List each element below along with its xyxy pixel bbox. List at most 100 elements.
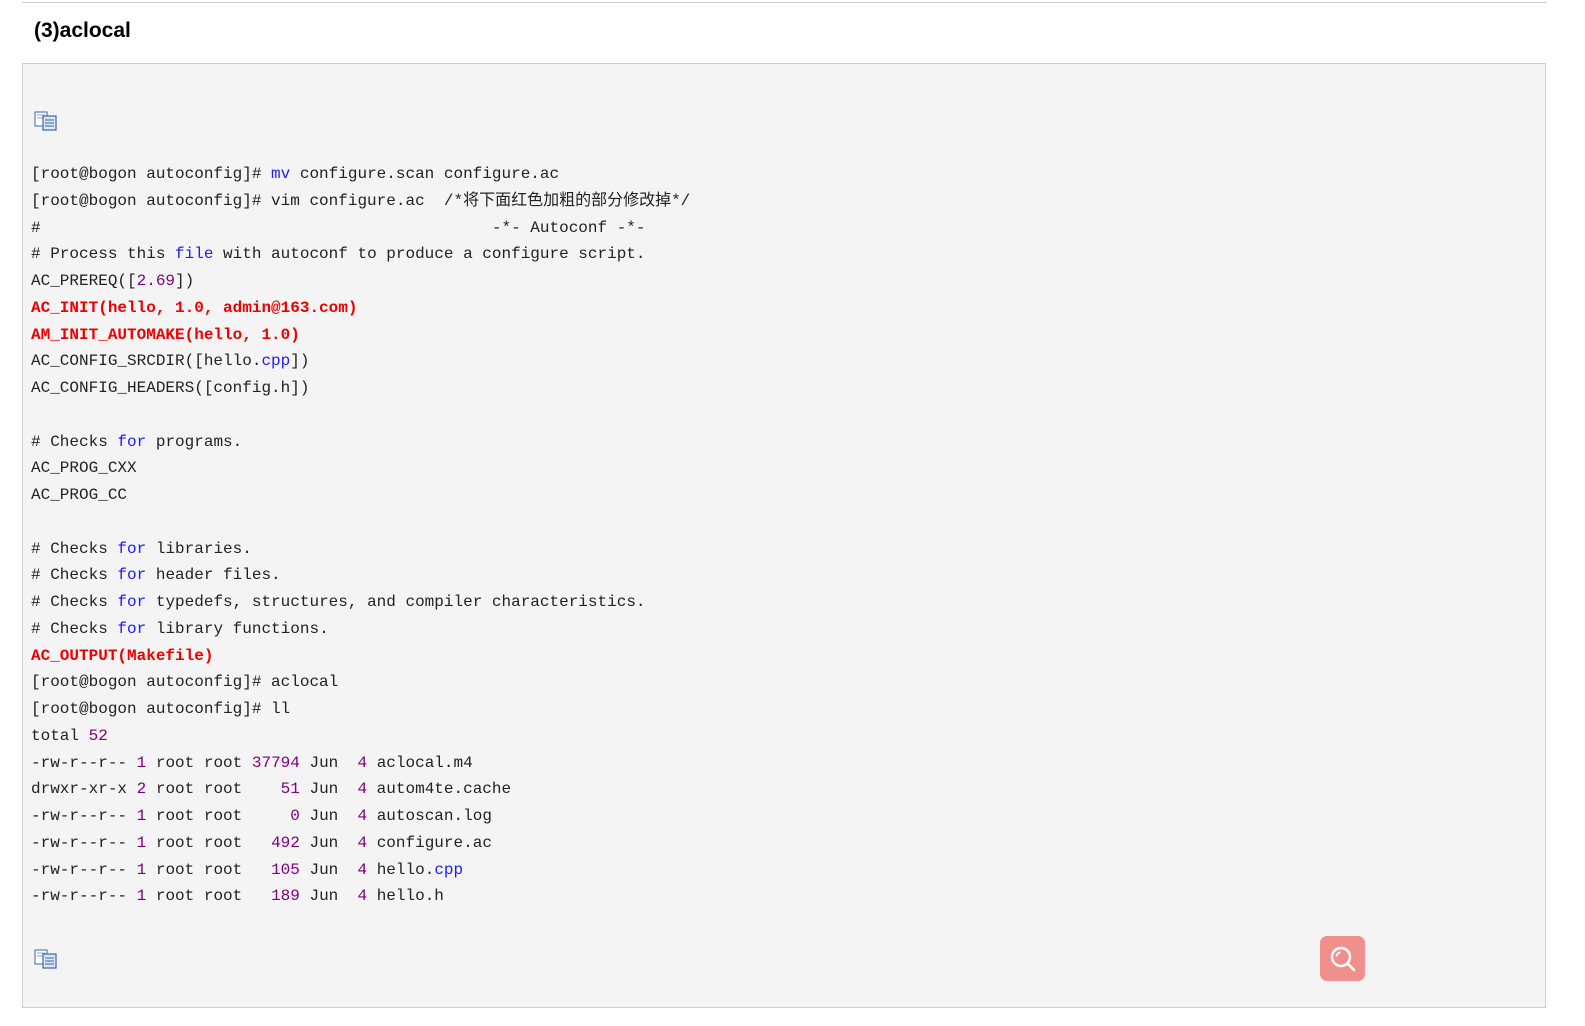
- code-token: AC_CONFIG_HEADERS([config.h]): [31, 379, 310, 397]
- code-line: [root@bogon autoconfig]# aclocal: [31, 669, 690, 696]
- code-line: -rw-r--r-- 1 root root 37794 Jun 4 acloc…: [31, 750, 690, 777]
- code-token: 52: [88, 726, 108, 745]
- code-token: root root: [146, 780, 281, 799]
- code-token: Jun: [299, 780, 358, 799]
- code-block: [root@bogon autoconfig]# mv configure.sc…: [22, 63, 1546, 1008]
- code-line: # Checks for typedefs, structures, and c…: [31, 589, 690, 616]
- code-token: [root@bogon autoconfig]#: [31, 165, 272, 183]
- copy-code-icon[interactable]: [34, 949, 58, 969]
- code-token: autom4te.cache: [367, 780, 512, 799]
- code-token: Jun: [299, 833, 358, 852]
- code-token: AC_OUTPUT(Makefile): [31, 646, 214, 665]
- code-token: typedefs, structures, and compiler chara…: [146, 593, 646, 611]
- code-token: # Checks: [31, 566, 118, 585]
- section-heading: (3)aclocal: [34, 19, 131, 42]
- code-line: -rw-r--r-- 1 root root 189 Jun 4 hello.h: [31, 883, 690, 910]
- code-token: # Checks: [31, 593, 118, 611]
- code-line: -rw-r--r-- 1 root root 105 Jun 4 hello.c…: [31, 857, 690, 884]
- code-token: [root@bogon autoconfig]# ll: [31, 700, 291, 718]
- code-token: for: [117, 566, 147, 585]
- code-token: # Checks: [31, 539, 118, 558]
- code-token: -rw-r--r--: [31, 860, 137, 879]
- code-token: # Checks: [31, 432, 118, 451]
- code-token: header files.: [146, 566, 281, 585]
- code-listing: [root@bogon autoconfig]# mv configure.sc…: [31, 161, 690, 910]
- code-token: 4: [357, 753, 368, 772]
- code-token: root root: [146, 807, 291, 825]
- code-token: total: [31, 726, 89, 745]
- code-token: AC_PROG_CC: [31, 486, 128, 504]
- code-token: AC_PROG_CXX: [31, 459, 137, 478]
- code-token: # Process this: [31, 245, 176, 264]
- code-line: # Checks for library functions.: [31, 616, 690, 643]
- code-token: 4: [357, 860, 368, 879]
- code-token: 189: [271, 887, 300, 906]
- code-token: 1: [136, 860, 147, 879]
- search-button[interactable]: [1320, 936, 1365, 981]
- code-token: 1: [136, 753, 147, 772]
- code-token: mv: [271, 165, 291, 183]
- code-token: AC_CONFIG_SRCDIR([hello.: [31, 352, 262, 371]
- search-icon: [1330, 946, 1356, 972]
- code-token: -rw-r--r--: [31, 887, 137, 906]
- page: (3)aclocal [root@bogon autoconfig]# mv c…: [0, 0, 1585, 1026]
- copy-code-icon[interactable]: [34, 111, 58, 131]
- code-token: hello.: [367, 860, 435, 879]
- code-line: -rw-r--r-- 1 root root 0 Jun 4 autoscan.…: [31, 803, 690, 830]
- code-token: ]): [175, 272, 195, 290]
- code-token: root root: [146, 833, 272, 852]
- code-token: libraries.: [146, 539, 252, 558]
- code-token: 4: [357, 887, 368, 906]
- code-token: library functions.: [146, 619, 329, 638]
- code-token: Jun: [299, 753, 358, 772]
- code-token: 4: [357, 807, 368, 825]
- code-token: aclocal.m4: [367, 753, 473, 772]
- code-token: Jun: [299, 860, 358, 879]
- code-token: for: [117, 593, 147, 611]
- code-line: AC_PREREQ([2.69]): [31, 268, 690, 295]
- code-token: root root: [146, 753, 252, 772]
- code-token: configure.ac: [367, 833, 492, 852]
- code-token: autoscan.log: [367, 807, 492, 825]
- code-token: -rw-r--r--: [31, 753, 137, 772]
- code-line: -rw-r--r-- 1 root root 492 Jun 4 configu…: [31, 830, 690, 857]
- code-token: # -*- Autoconf -*-: [31, 218, 646, 237]
- code-line: drwxr-xr-x 2 root root 51 Jun 4 autom4te…: [31, 776, 690, 803]
- code-token: Jun: [299, 807, 358, 825]
- code-token: 0: [290, 807, 300, 825]
- code-token: for: [117, 432, 147, 451]
- code-line: AM_INIT_AUTOMAKE(hello, 1.0): [31, 322, 690, 349]
- code-token: for: [117, 619, 147, 638]
- code-token: drwxr-xr-x: [31, 780, 137, 799]
- code-token: 105: [271, 860, 300, 879]
- top-divider: [22, 0, 1547, 3]
- code-line: [root@bogon autoconfig]# mv configure.sc…: [31, 161, 690, 188]
- code-token: Jun: [299, 887, 358, 906]
- code-token: root root: [146, 887, 272, 906]
- code-token: AM_INIT_AUTOMAKE(hello, 1.0): [31, 325, 300, 344]
- code-token: -rw-r--r--: [31, 807, 137, 825]
- code-token: [root@bogon autoconfig]# vim configure.a…: [31, 191, 691, 210]
- code-line: # Process this file with autoconf to pro…: [31, 241, 690, 268]
- code-token: 2.69: [136, 272, 176, 290]
- code-line: # -*- Autoconf -*-: [31, 215, 690, 242]
- code-token: 1: [136, 887, 147, 906]
- code-token: 4: [357, 833, 368, 852]
- code-token: file: [175, 245, 214, 264]
- code-token: AC_PREREQ([: [31, 272, 137, 290]
- code-line: [root@bogon autoconfig]# ll: [31, 696, 690, 723]
- code-token: hello.h: [367, 887, 444, 906]
- code-token: 1: [136, 807, 147, 825]
- code-token: ]): [290, 352, 310, 371]
- code-line: AC_PROG_CC: [31, 482, 690, 509]
- code-token: 1: [136, 833, 147, 852]
- code-line: # Checks for programs.: [31, 429, 690, 456]
- code-line: # Checks for libraries.: [31, 536, 690, 563]
- code-token: for: [117, 539, 147, 558]
- code-token: programs.: [146, 432, 243, 451]
- code-token: 37794: [251, 753, 300, 772]
- code-line: total 52: [31, 723, 690, 750]
- code-line: [root@bogon autoconfig]# vim configure.a…: [31, 188, 690, 215]
